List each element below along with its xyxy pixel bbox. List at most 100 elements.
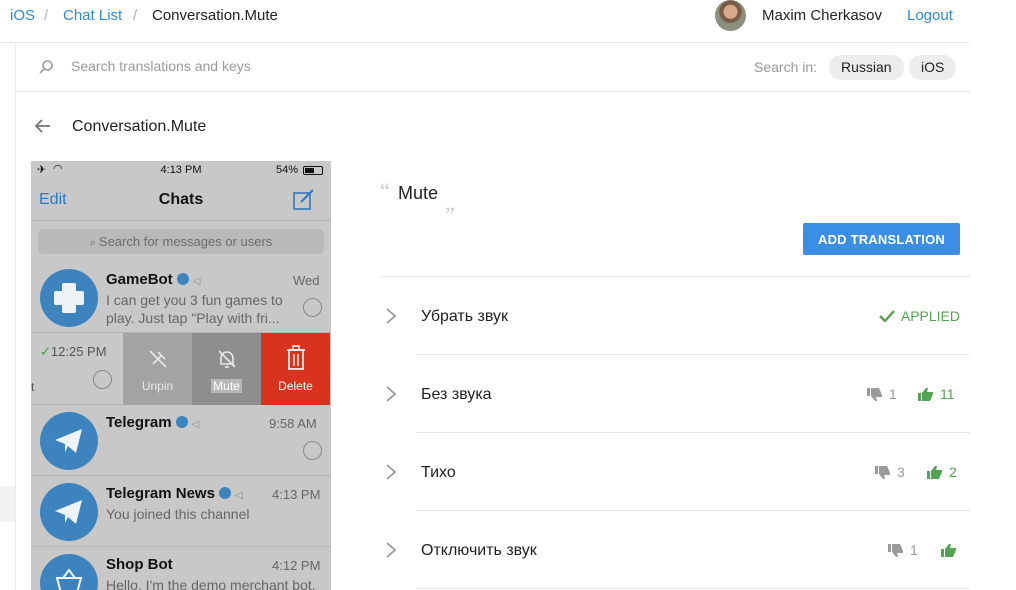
thumbs-up-icon: [941, 544, 956, 557]
phone-battery-level: 54%: [276, 164, 299, 176]
phone-chat-name: Telegram: [106, 414, 172, 431]
phone-chat-time: 4:12 PM: [272, 558, 321, 573]
battery-icon: [303, 166, 323, 175]
upvote-button[interactable]: [941, 542, 963, 558]
applied-label: APPLIED: [900, 308, 960, 324]
gamepad-icon: [40, 269, 98, 327]
phone-search-field: ⌕ Search for messages or users: [38, 229, 324, 254]
row-divider: [416, 588, 970, 589]
phone-chat-name: GameBot: [106, 271, 173, 288]
downvote-button[interactable]: 3: [875, 464, 905, 480]
phone-chat-row: Telegram News ◁ 4:13 PM You joined this c…: [31, 476, 331, 547]
search-bar: Search in: Russian iOS: [16, 43, 970, 92]
phone-search-placeholder: Search for messages or users: [98, 234, 273, 249]
muted-icon: ◁: [191, 419, 200, 430]
phone-unpin-label: Unpin: [141, 379, 174, 393]
pin-icon: [303, 441, 322, 460]
phone-chat-row: Telegram ◁ 9:58 AM: [31, 405, 331, 476]
scope-chip-russian[interactable]: Russian: [829, 55, 904, 80]
downvote-button[interactable]: 1: [867, 386, 897, 402]
translation-row[interactable]: Отключить звук 1: [381, 511, 970, 589]
read-check-icon: ✓: [40, 344, 51, 359]
phone-chat-message: Hello, I'm the demo merchant bot.: [106, 577, 316, 590]
logout-link[interactable]: Logout: [907, 7, 953, 24]
telegram-icon: [40, 483, 98, 541]
phone-chat-time: 9:58 AM: [269, 416, 317, 431]
open-quote-icon: “: [380, 178, 390, 203]
translation-text: Без звука: [421, 386, 492, 403]
verified-icon: [176, 273, 189, 285]
close-quote-icon: „: [445, 190, 455, 215]
phone-delete-action: Delete: [261, 333, 330, 405]
phone-chat-time: 4:13 PM: [272, 487, 321, 502]
phone-mute-action: Mute: [192, 333, 261, 405]
chevron-right-icon[interactable]: [384, 386, 398, 402]
phone-chat-name: Shop Bot: [106, 556, 173, 573]
chevron-right-icon[interactable]: [384, 308, 398, 324]
thumbs-up-icon: [918, 388, 933, 401]
basket-icon: [40, 554, 98, 590]
translation-text: Отключить звук: [421, 542, 537, 559]
breadcrumb-separator: /: [44, 7, 49, 24]
translation-row[interactable]: Тихо 3 2: [381, 433, 970, 511]
translation-row[interactable]: Убрать звук APPLIED: [381, 277, 970, 355]
phone-status-bar: ✈ ◠ 4:13 PM 54%: [31, 161, 331, 179]
pin-icon: [303, 298, 322, 317]
trash-icon: [287, 345, 305, 370]
key-title: Conversation.Mute: [72, 118, 207, 135]
search-in-label: Search in:: [754, 59, 818, 75]
scope-chip-ios[interactable]: iOS: [909, 55, 957, 80]
downvote-count: 1: [889, 386, 897, 402]
phone-chat-row: GameBot ◁ Wed I can get you 3 fun games t…: [31, 262, 331, 333]
arrow-left-icon[interactable]: [34, 117, 52, 135]
thumbs-down-icon: [875, 466, 890, 479]
top-bar: iOS / Chat List / Conversation.Mute Maxi…: [0, 0, 970, 43]
phone-chat-snippet: t: [31, 380, 35, 394]
phone-chat-time: 12:25 PM: [50, 344, 107, 359]
translation-row[interactable]: Без звука 1 11: [381, 355, 970, 433]
bell-mute-icon: [218, 350, 236, 368]
source-text: Mute: [398, 183, 439, 203]
avatar[interactable]: [715, 0, 746, 31]
upvote-button[interactable]: 2: [927, 464, 957, 480]
breadcrumb-chat-list[interactable]: Chat List: [63, 7, 122, 24]
chevron-right-icon[interactable]: [384, 464, 398, 480]
phone-search-icon: ⌕: [89, 237, 99, 249]
phone-unpin-action: Unpin: [123, 333, 192, 405]
translation-text: Тихо: [421, 464, 456, 481]
downvote-button[interactable]: 1: [888, 542, 918, 558]
breadcrumb-current: Conversation.Mute: [152, 7, 278, 24]
phone-nav-title: Chats: [158, 191, 204, 208]
thumbs-up-icon: [927, 466, 942, 479]
context-screenshot: ✈ ◠ 4:13 PM 54% Edit Chats ⌕ Search for …: [31, 161, 331, 590]
applied-badge: APPLIED: [879, 308, 960, 324]
left-rail-item[interactable]: [0, 486, 15, 522]
downvote-count: 3: [897, 464, 905, 480]
search-input[interactable]: [71, 58, 471, 74]
phone-chat-message: I can get you 3 fun games to play. Just …: [106, 292, 283, 326]
translation-text: Убрать звук: [421, 308, 509, 325]
chevron-right-icon[interactable]: [384, 542, 398, 558]
thumbs-down-icon: [888, 544, 903, 557]
phone-nav-bar: Edit Chats: [31, 179, 331, 221]
phone-chat-name: Telegram News: [106, 485, 215, 502]
upvote-count: 2: [949, 464, 957, 480]
breadcrumb-ios[interactable]: iOS: [10, 7, 35, 24]
search-icon: [39, 60, 53, 74]
compose-icon: [293, 189, 314, 210]
muted-icon: ◁: [192, 276, 201, 287]
left-rail: [15, 43, 16, 590]
upvote-count: 11: [940, 386, 955, 402]
unpin-icon: [149, 350, 167, 368]
upvote-button[interactable]: 11: [918, 386, 955, 402]
thumbs-down-icon: [867, 388, 882, 401]
verified-icon: [218, 487, 231, 499]
downvote-count: 1: [910, 542, 918, 558]
phone-mute-label: Mute: [211, 379, 242, 393]
user-name[interactable]: Maxim Cherkasov: [762, 7, 882, 24]
add-translation-button[interactable]: ADD TRANSLATION: [803, 223, 960, 255]
phone-chat-message: You joined this channel: [106, 506, 250, 522]
verified-icon: [175, 416, 188, 428]
telegram-icon: [40, 412, 98, 470]
pin-icon: [93, 370, 112, 389]
